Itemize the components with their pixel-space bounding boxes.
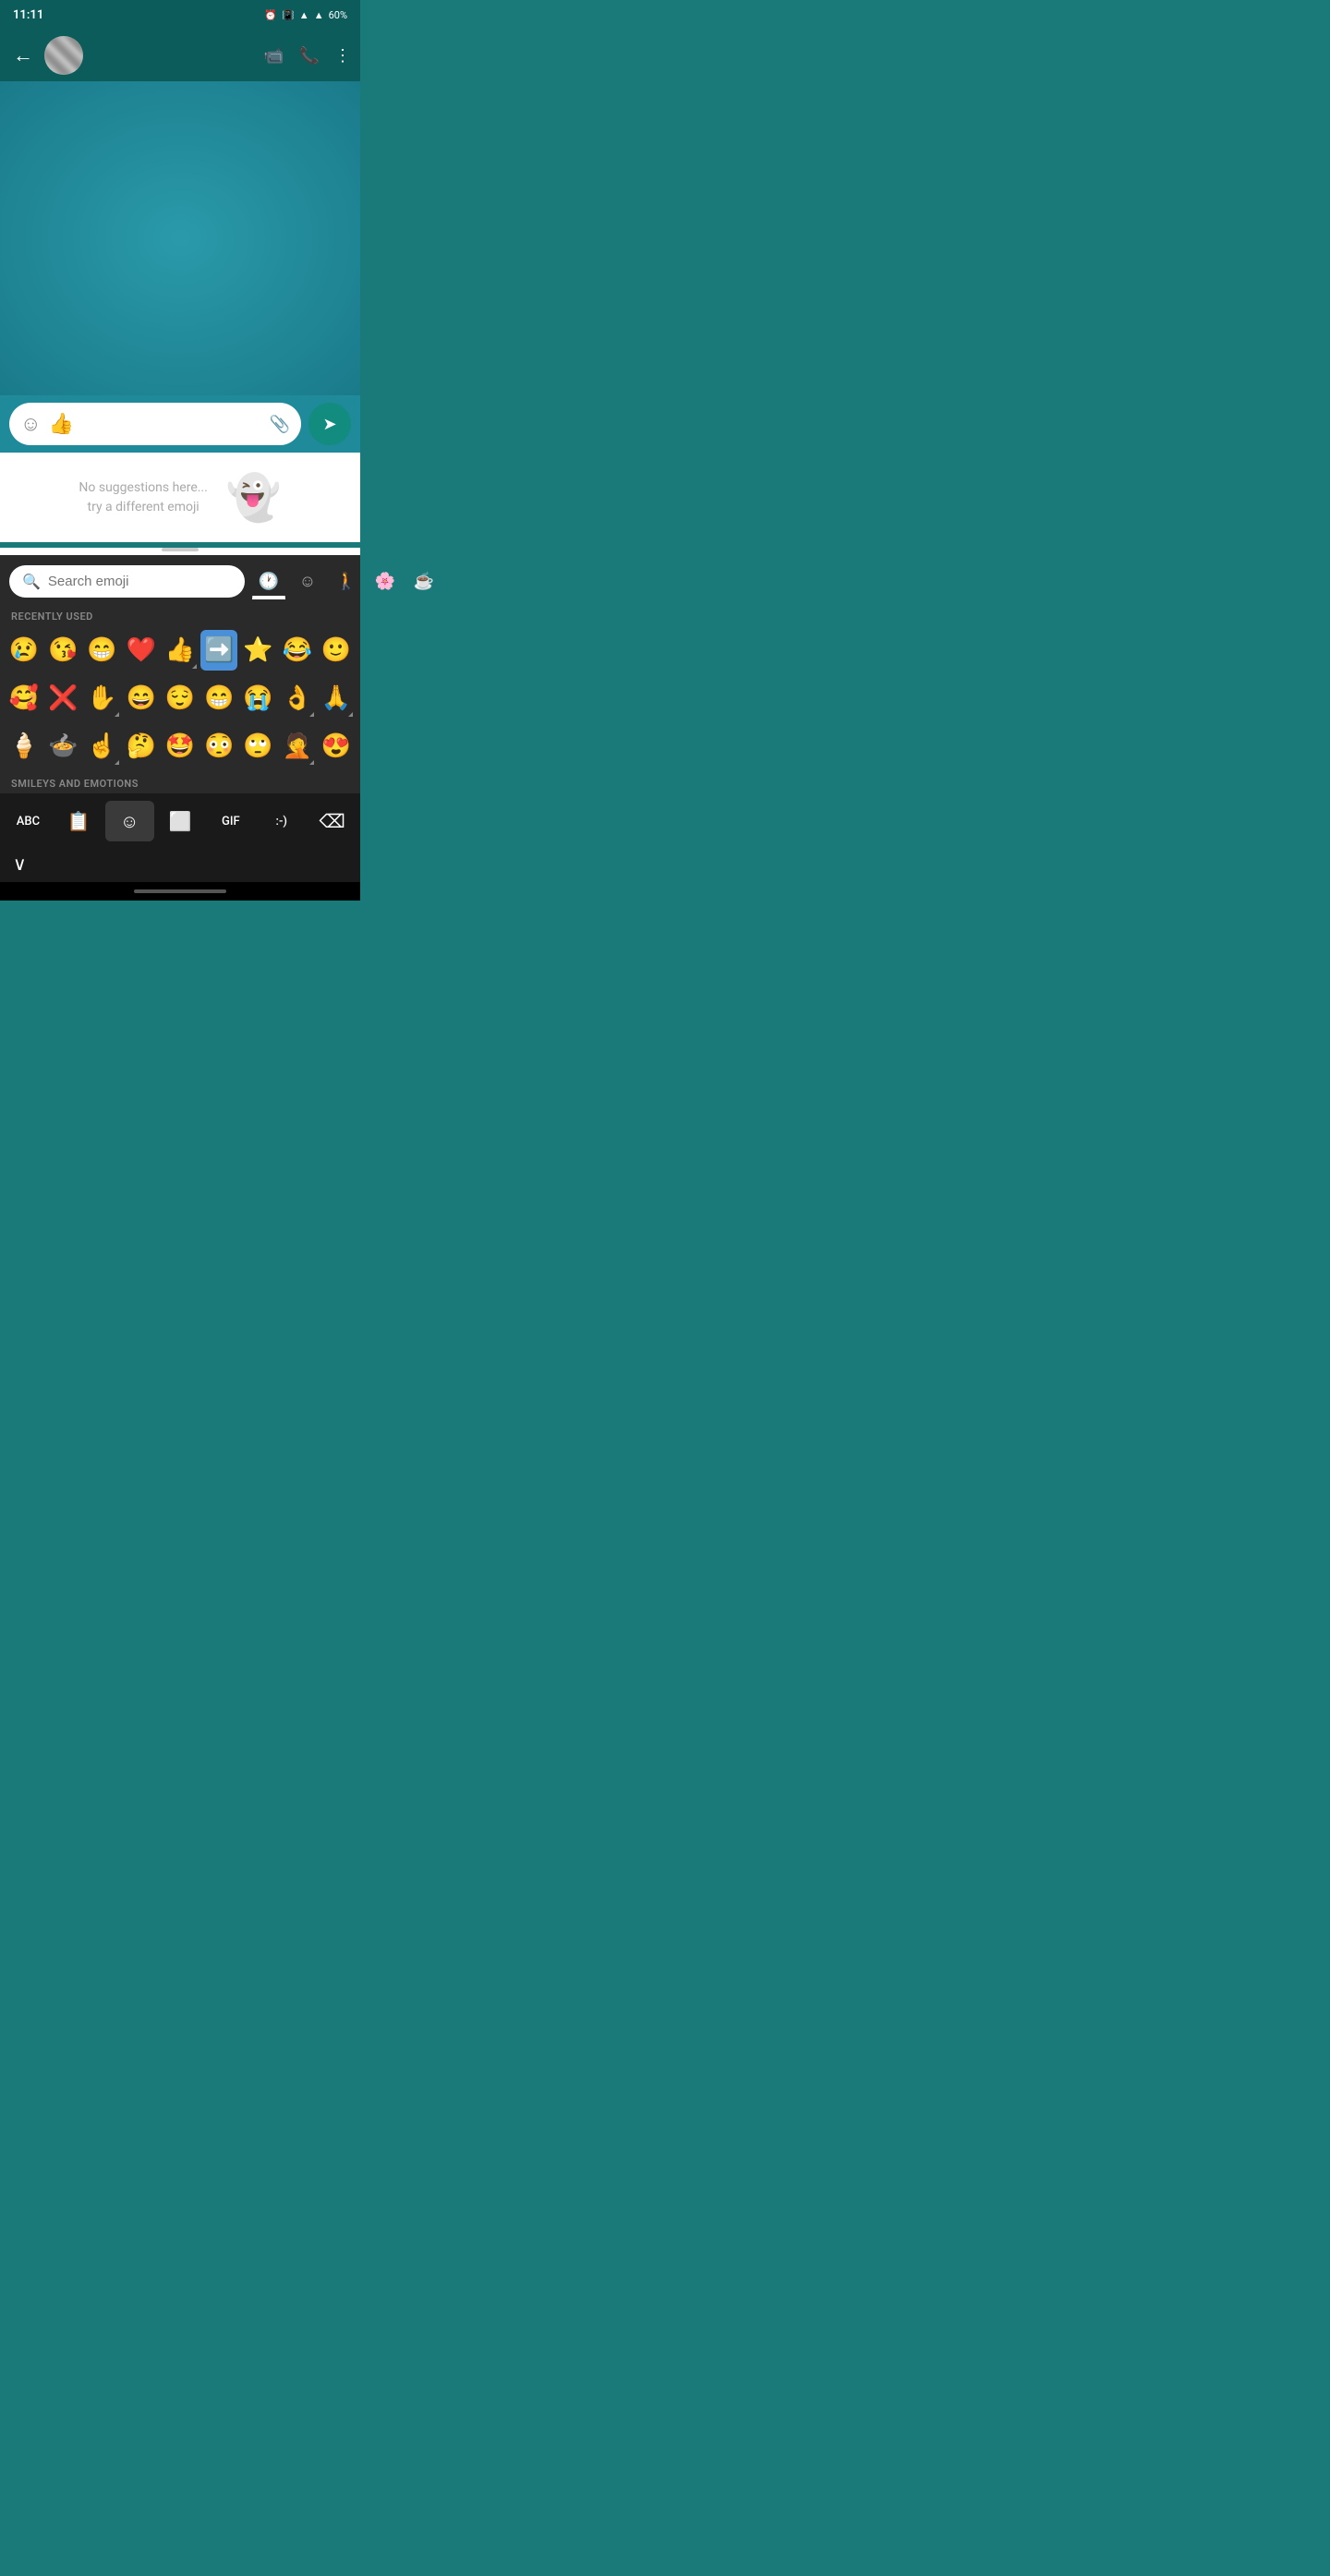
home-indicator — [134, 889, 226, 893]
backspace-icon: ⌫ — [319, 810, 345, 832]
message-input-container[interactable]: ☺ 👍 📎 — [9, 403, 301, 445]
emoji-hearts[interactable]: 🥰 — [6, 678, 42, 719]
emoji-grid-recent-row3: 🍦 🍲 ☝️ 🤔 🤩 😳 🙄 🤦 😍 — [0, 722, 360, 770]
emoji-ok[interactable]: 👌 — [279, 678, 316, 719]
emoji-grin[interactable]: 😁 — [83, 630, 120, 671]
chevron-row: ∨ — [0, 849, 360, 882]
home-bar — [0, 882, 360, 901]
status-icons: ⏰ 📳 ▲ ▲ 60% — [264, 9, 347, 21]
category-tab-smileys[interactable]: ☺ — [291, 564, 324, 598]
emoji-xmark[interactable]: ❌ — [44, 678, 81, 719]
emoji-category-tabs: 🕐 ☺ 🚶 🌸 ☕ — [252, 564, 441, 598]
emoji-kiss[interactable]: 😘 — [44, 630, 81, 671]
wifi-icon: ▲ — [299, 9, 309, 21]
search-icon: 🔍 — [22, 573, 41, 590]
keyboard-bottom-bar: ABC 📋 ☺ ⬜ GIF :-) ⌫ — [0, 793, 360, 849]
emoji-starstruck[interactable]: 🤩 — [162, 726, 199, 767]
signal-icon: ▲ — [314, 9, 324, 21]
emoji-eyeroll[interactable]: 🙄 — [239, 726, 276, 767]
sticker-button[interactable]: ⬜ — [156, 801, 205, 841]
emoji-open-button[interactable]: ☺ — [20, 412, 41, 436]
category-tab-recent[interactable]: 🕐 — [252, 564, 285, 598]
menu-button[interactable]: ⋮ — [334, 46, 351, 66]
emoji-keyboard-button[interactable]: ☺ — [105, 801, 154, 841]
suggestion-handle — [162, 548, 199, 551]
emoji-search-bar: 🔍 🕐 ☺ 🚶 🌸 ☕ — [0, 555, 360, 603]
emoji-relieved[interactable]: 😌 — [162, 678, 199, 719]
vibrate-icon: 📳 — [282, 9, 295, 21]
emoji-crycry[interactable]: 😭 — [239, 678, 276, 719]
category-tab-people[interactable]: 🚶 — [330, 564, 363, 598]
phone-call-button[interactable]: 📞 — [299, 46, 320, 66]
backspace-button[interactable]: ⌫ — [308, 801, 357, 841]
emoji-point-up[interactable]: ☝️ — [83, 726, 120, 767]
emoji-hearteyes[interactable]: 😍 — [318, 726, 355, 767]
status-bar: 11:11 ⏰ 📳 ▲ ▲ 60% — [0, 0, 360, 30]
send-icon: ➤ — [322, 415, 336, 434]
emoji-sweat-smile[interactable]: 😁 — [200, 678, 237, 719]
emoji-heart[interactable]: ❤️ — [123, 630, 160, 671]
gif-button[interactable]: GIF — [206, 801, 255, 841]
text-face-button[interactable]: :-) — [257, 801, 306, 841]
emoji-wow[interactable]: 😳 — [200, 726, 237, 767]
text-face-label: :-) — [276, 815, 287, 828]
emoji-icecream[interactable]: 🍦 — [6, 726, 42, 767]
emoji-grid-recent-row1: 😢 😘 😁 ❤️ 👍 ➡️ ⭐ 😂 🙂 — [0, 626, 360, 674]
recently-used-label: RECENTLY USED — [0, 603, 360, 626]
emoji-keyboard: 🔍 🕐 ☺ 🚶 🌸 ☕ RECENTLY USED 😢 😘 😁 ❤️ 👍 ➡️ … — [0, 555, 360, 901]
contact-avatar[interactable] — [44, 36, 83, 75]
alarm-icon: ⏰ — [264, 9, 277, 21]
emoji-bowl[interactable]: 🍲 — [44, 726, 81, 767]
suggestion-text: No suggestions here...try a different em… — [79, 478, 207, 517]
emoji-pray[interactable]: 🙏 — [318, 678, 355, 719]
emoji-search-input-wrap[interactable]: 🔍 — [9, 565, 245, 598]
smileys-emotions-label: SMILEYS AND EMOTIONS — [0, 770, 360, 793]
emoji-smile[interactable]: 🙂 — [318, 630, 355, 671]
status-time: 11:11 — [13, 8, 43, 22]
collapse-keyboard-button[interactable]: ∨ — [13, 853, 27, 875]
emoji-thumbsup[interactable]: 👍 — [162, 630, 199, 671]
header-actions: 📹 📞 ⋮ — [263, 46, 351, 66]
emoji-hand[interactable]: ✋ — [83, 678, 120, 719]
thumbs-up-emoji: 👍 — [48, 413, 73, 436]
send-button[interactable]: ➤ — [308, 403, 351, 445]
emoji-search-input[interactable] — [48, 574, 232, 589]
emoji-star[interactable]: ⭐ — [239, 630, 276, 671]
gif-label: GIF — [222, 815, 240, 828]
abc-label: ABC — [17, 815, 40, 828]
category-tab-food[interactable]: ☕ — [407, 564, 441, 598]
clipboard-icon: 📋 — [67, 810, 91, 832]
category-tab-nature[interactable]: 🌸 — [369, 564, 402, 598]
emoji-suggestion-bar: No suggestions here...try a different em… — [0, 453, 360, 542]
emoji-keyboard-icon: ☺ — [120, 810, 139, 833]
emoji-grid-recent-row2: 🥰 ❌ ✋ 😄 😌 😁 😭 👌 🙏 — [0, 674, 360, 722]
emoji-facepalm[interactable]: 🤦 — [279, 726, 316, 767]
app-header: ← 📹 📞 ⋮ — [0, 30, 360, 81]
attachment-button[interactable]: 📎 — [270, 415, 290, 434]
emoji-sad[interactable]: 😢 — [6, 630, 42, 671]
emoji-think[interactable]: 🤔 — [123, 726, 160, 767]
clipboard-button[interactable]: 📋 — [54, 801, 103, 841]
battery-indicator: 60% — [329, 9, 347, 21]
ghost-icon: 👻 — [226, 471, 282, 524]
abc-keyboard-button[interactable]: ABC — [4, 801, 53, 841]
emoji-right-arrow[interactable]: ➡️ — [200, 630, 237, 671]
back-button[interactable]: ← — [9, 40, 37, 71]
emoji-laughcry[interactable]: 😂 — [279, 630, 316, 671]
message-input-bar: ☺ 👍 📎 ➤ — [0, 395, 360, 453]
video-call-button[interactable]: 📹 — [263, 46, 284, 66]
chat-area — [0, 81, 360, 395]
sticker-icon: ⬜ — [169, 810, 192, 832]
emoji-bigsmile[interactable]: 😄 — [123, 678, 160, 719]
